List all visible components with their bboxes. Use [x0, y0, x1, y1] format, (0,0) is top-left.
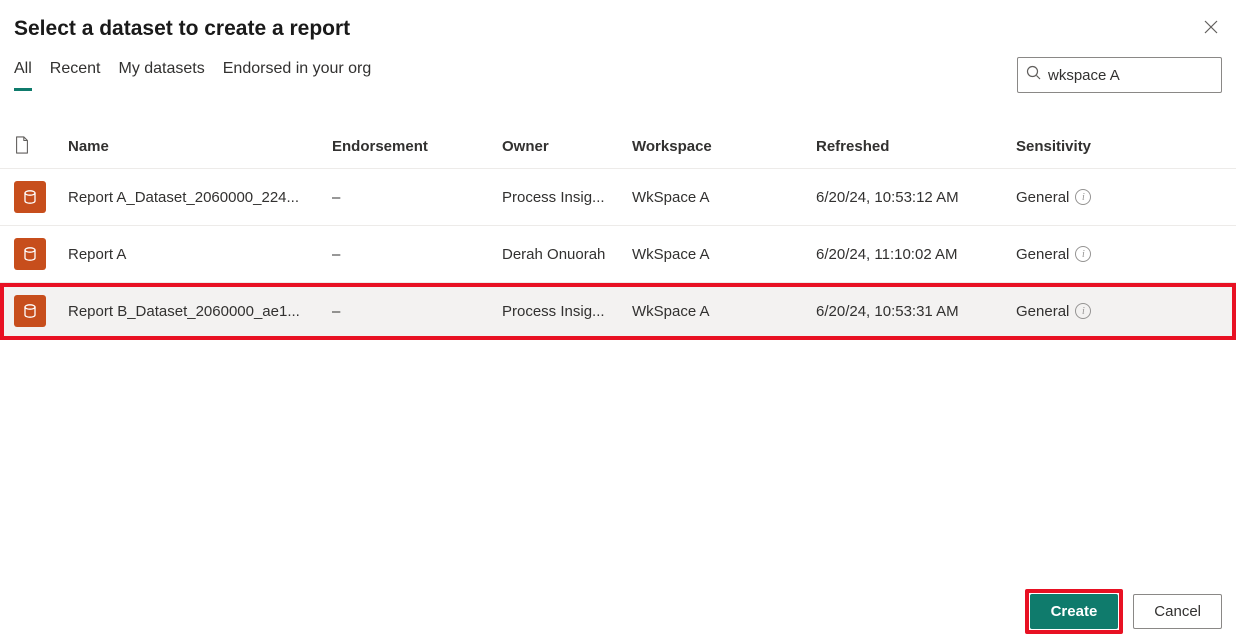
cell-sensitivity: General i: [1016, 246, 1222, 263]
cell-sensitivity: General i: [1016, 303, 1222, 320]
search-box[interactable]: [1017, 57, 1222, 93]
cell-name: Report A: [68, 246, 332, 263]
col-header-refreshed[interactable]: Refreshed: [816, 138, 1016, 155]
table-header: Name Endorsement Owner Workspace Refresh…: [0, 125, 1236, 169]
info-icon[interactable]: i: [1075, 246, 1091, 262]
dataset-icon: [14, 295, 46, 327]
dialog-title: Select a dataset to create a report: [14, 17, 350, 41]
create-button[interactable]: Create: [1030, 594, 1119, 629]
tab-my-datasets[interactable]: My datasets: [118, 60, 204, 91]
close-button[interactable]: [1200, 14, 1222, 43]
cell-owner: Derah Onuorah: [502, 246, 632, 263]
dataset-table: Name Endorsement Owner Workspace Refresh…: [0, 125, 1236, 340]
dataset-icon: [14, 181, 46, 213]
search-icon: [1026, 65, 1042, 86]
col-header-endorsement[interactable]: Endorsement: [332, 138, 502, 155]
info-icon[interactable]: i: [1075, 303, 1091, 319]
sensitivity-label: General: [1016, 303, 1069, 320]
cancel-button[interactable]: Cancel: [1133, 594, 1222, 629]
col-header-sensitivity[interactable]: Sensitivity: [1016, 138, 1222, 155]
footer: Create Cancel: [1025, 589, 1222, 634]
cell-endorsement: –: [332, 189, 502, 206]
cell-workspace: WkSpace A: [632, 303, 816, 320]
sensitivity-label: General: [1016, 189, 1069, 206]
cell-owner: Process Insig...: [502, 303, 632, 320]
cell-sensitivity: General i: [1016, 189, 1222, 206]
cell-workspace: WkSpace A: [632, 246, 816, 263]
close-icon: [1204, 20, 1218, 34]
cell-owner: Process Insig...: [502, 189, 632, 206]
tab-recent[interactable]: Recent: [50, 60, 101, 91]
col-header-name[interactable]: Name: [68, 138, 332, 155]
table-row[interactable]: Report B_Dataset_2060000_ae1... – Proces…: [0, 283, 1236, 340]
document-icon: [14, 136, 30, 158]
cell-endorsement: –: [332, 303, 502, 320]
col-header-owner[interactable]: Owner: [502, 138, 632, 155]
table-row[interactable]: Report A – Derah Onuorah WkSpace A 6/20/…: [0, 226, 1236, 283]
cell-name: Report B_Dataset_2060000_ae1...: [68, 303, 332, 320]
search-input[interactable]: [1048, 67, 1213, 84]
tab-endorsed[interactable]: Endorsed in your org: [223, 60, 372, 91]
cell-workspace: WkSpace A: [632, 189, 816, 206]
dataset-icon: [14, 238, 46, 270]
sensitivity-label: General: [1016, 246, 1069, 263]
cell-refreshed: 6/20/24, 11:10:02 AM: [816, 246, 1016, 263]
col-header-workspace[interactable]: Workspace: [632, 138, 816, 155]
cell-refreshed: 6/20/24, 10:53:12 AM: [816, 189, 1016, 206]
info-icon[interactable]: i: [1075, 189, 1091, 205]
tab-all[interactable]: All: [14, 60, 32, 91]
cell-refreshed: 6/20/24, 10:53:31 AM: [816, 303, 1016, 320]
create-button-highlight: Create: [1025, 589, 1124, 634]
cell-endorsement: –: [332, 246, 502, 263]
table-row[interactable]: Report A_Dataset_2060000_224... – Proces…: [0, 169, 1236, 226]
cell-name: Report A_Dataset_2060000_224...: [68, 189, 332, 206]
tabs: All Recent My datasets Endorsed in your …: [14, 60, 371, 91]
